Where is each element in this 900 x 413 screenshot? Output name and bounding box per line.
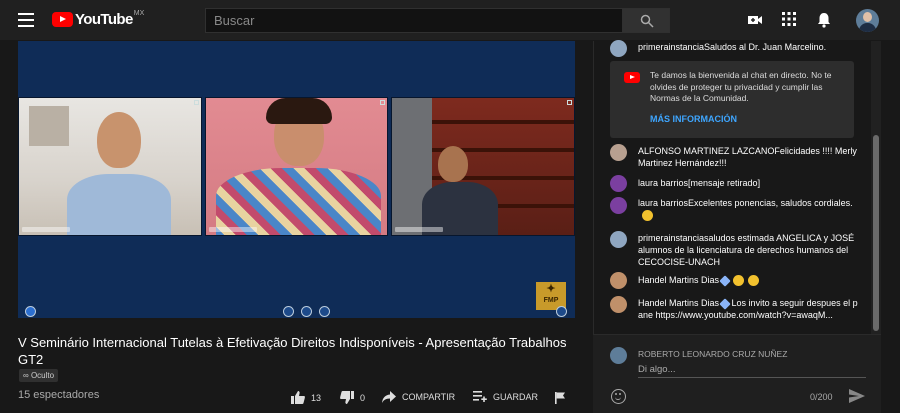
chat-message: laura barrios[mensaje retirado]: [638, 177, 858, 189]
chat-scrollbar-thumb[interactable]: [873, 135, 879, 331]
chat-author[interactable]: primerainstancia: [638, 233, 704, 243]
chat-avatar[interactable]: [610, 231, 627, 248]
logo-region: MX: [133, 10, 145, 17]
chat-message-input[interactable]: Di algo...: [638, 364, 866, 378]
youtube-play-icon: [52, 12, 73, 27]
participant-name-bar: [209, 227, 257, 232]
chat-author[interactable]: laura barrios: [638, 198, 688, 208]
video-title: V Seminário Internacional Tutelas à Efet…: [18, 335, 567, 367]
participant-tile-2: [205, 97, 388, 236]
chat-avatar[interactable]: [610, 144, 627, 161]
wall-picture: [29, 106, 69, 146]
participant-hair: [266, 98, 332, 124]
chat-message: Handel Martins Dias Los invito a seguir …: [638, 297, 858, 321]
video-player[interactable]: ✦ FMP: [18, 41, 575, 318]
clapping-emoji-icon: [733, 275, 745, 287]
dislike-count: 0: [360, 392, 366, 403]
save-label: GUARDAR: [493, 391, 539, 402]
youtube-logo[interactable]: YouTube MX: [52, 10, 145, 28]
chat-link[interactable]: https://www.youtube.com/watch?v=awaqM...: [656, 310, 833, 320]
chat-author[interactable]: ALFONSO MARTINEZ LAZCANO: [638, 146, 774, 156]
pin-icon[interactable]: [194, 100, 199, 105]
chat-author[interactable]: laura barrios: [638, 178, 688, 188]
chat-author[interactable]: primerainstancia: [638, 42, 704, 52]
participant-body: [67, 174, 171, 235]
share-button[interactable]: COMPARTIR: [382, 391, 455, 403]
chat-avatar[interactable]: [610, 40, 627, 57]
welcome-text: Te damos la bienvenida al chat en direct…: [650, 70, 832, 103]
top-bar: YouTube MX Buscar: [0, 0, 900, 40]
chat-welcome-banner: Te damos la bienvenida al chat en direct…: [610, 61, 854, 138]
clapping-emoji-icon: [748, 275, 760, 287]
wrench-badge-icon: [719, 297, 731, 310]
account-avatar[interactable]: [856, 9, 879, 32]
share-screen-button[interactable]: [319, 306, 330, 317]
participant-head: [97, 112, 141, 168]
like-count: 13: [311, 392, 322, 403]
chat-message: Handel Martins Dias: [638, 274, 858, 287]
save-button[interactable]: GUARDAR: [473, 391, 538, 402]
participant-body: [216, 168, 381, 235]
emoji-picker-icon[interactable]: [611, 389, 626, 404]
chat-message: laura barriosExcelentes ponencias, salud…: [638, 197, 858, 222]
share-arrow-icon: [382, 391, 396, 403]
chat-scrollbar[interactable]: [871, 41, 881, 334]
chat-text: Saludos al Dr. Juan Marcelino.: [704, 42, 827, 52]
participant-head: [438, 146, 468, 182]
participant-name-bar: [395, 227, 443, 232]
visibility-badge: ∞ Oculto: [19, 369, 59, 382]
participant-tile-1: [18, 97, 202, 236]
chat-author-member[interactable]: Handel Martins Dias: [638, 298, 719, 308]
chat-avatar[interactable]: [610, 296, 627, 313]
search-button[interactable]: [622, 8, 670, 33]
notifications-bell-icon[interactable]: [817, 12, 831, 28]
share-label: COMPARTIR: [402, 392, 456, 402]
audio-button[interactable]: [283, 306, 294, 317]
video-toggle-button[interactable]: [301, 306, 312, 317]
chat-text: Excelentes ponencias, saludos cordiales.: [688, 198, 853, 208]
menu-icon[interactable]: [18, 13, 34, 27]
send-icon[interactable]: [849, 389, 865, 403]
create-video-icon[interactable]: [747, 12, 763, 28]
chat-text-retracted: [mensaje retirado]: [688, 178, 761, 188]
thumbs-down-icon: [340, 391, 354, 404]
composer-user-name: ROBERTO LEONARDO CRUZ NUÑEZ: [638, 349, 788, 359]
more-info-link[interactable]: MÁS INFORMACIÓN: [650, 114, 737, 124]
wrench-badge-icon: [719, 274, 731, 287]
apps-grid-icon[interactable]: [782, 12, 796, 26]
dislike-button[interactable]: 0: [340, 391, 365, 404]
search-input[interactable]: Buscar: [205, 8, 623, 33]
participant-name-bar: [22, 227, 70, 232]
pin-icon[interactable]: [567, 100, 572, 105]
search-icon: [640, 14, 654, 28]
composer-avatar: [610, 347, 627, 364]
pin-icon[interactable]: [380, 100, 385, 105]
youtube-icon: [624, 72, 640, 83]
chat-message: primerainstanciasaludos estimada ANGELIC…: [638, 232, 858, 268]
report-flag-icon[interactable]: [555, 392, 566, 404]
clapping-emoji-icon: [642, 210, 653, 222]
logo-text: YouTube: [75, 11, 133, 28]
chat-avatar[interactable]: [610, 175, 627, 192]
like-button[interactable]: 13: [291, 391, 321, 404]
character-counter: 0/200: [810, 392, 833, 402]
chat-avatar[interactable]: [610, 272, 627, 289]
chat-message: ALFONSO MARTINEZ LAZCANOFelicidades !!!!…: [638, 145, 858, 169]
chat-avatar[interactable]: [610, 197, 627, 214]
participant-tile-3: [391, 97, 575, 236]
add-to-playlist-icon: [473, 391, 487, 402]
thumbs-up-icon: [291, 391, 305, 404]
viewer-count: 15 espectadores: [18, 389, 100, 401]
settings-button[interactable]: [556, 306, 567, 317]
chat-message: primerainstanciaSaludos al Dr. Juan Marc…: [638, 41, 858, 53]
participants-button[interactable]: [25, 306, 36, 317]
chat-author-member[interactable]: Handel Martins Dias: [638, 275, 719, 285]
